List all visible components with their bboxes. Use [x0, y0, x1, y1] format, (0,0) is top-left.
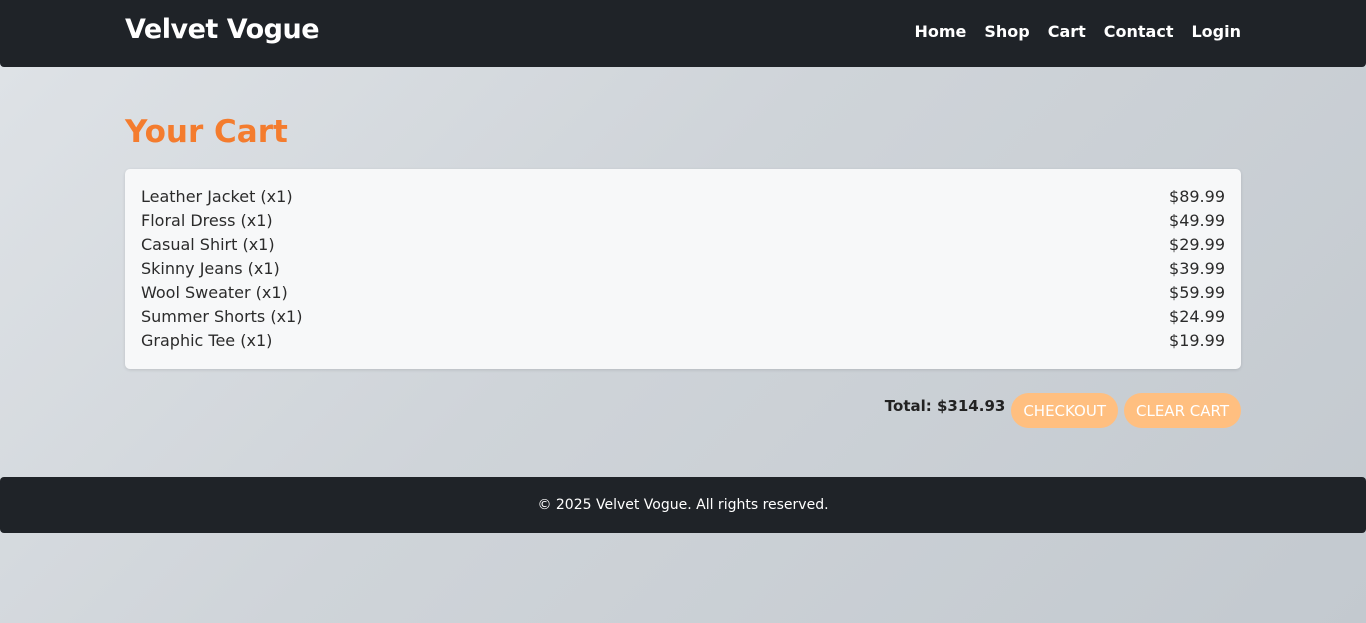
cart-item-price: $39.99	[1169, 259, 1225, 278]
cart-item-row: Leather Jacket (x1) $89.99	[141, 185, 1225, 209]
cart-item-price: $49.99	[1169, 211, 1225, 230]
cart-total: Total: $314.93	[884, 397, 1006, 415]
cart-item-name: Skinny Jeans (x1)	[141, 259, 280, 278]
nav-link-shop[interactable]: Shop	[984, 22, 1029, 41]
clear-cart-button[interactable]: CLEAR CART	[1124, 393, 1241, 428]
cart-item-row: Casual Shirt (x1) $29.99	[141, 233, 1225, 257]
nav-link-cart[interactable]: Cart	[1048, 22, 1086, 41]
cart-item-name: Floral Dress (x1)	[141, 211, 273, 230]
cart-item-row: Graphic Tee (x1) $19.99	[141, 329, 1225, 353]
cart-item-name: Wool Sweater (x1)	[141, 283, 288, 302]
cart-item-price: $19.99	[1169, 331, 1225, 350]
cart-summary: Total: $314.93 CHECKOUT CLEAR CART	[885, 393, 1241, 428]
nav-link-contact[interactable]: Contact	[1104, 22, 1174, 41]
cart-items-panel: Leather Jacket (x1) $89.99 Floral Dress …	[125, 169, 1241, 369]
cart-item-row: Floral Dress (x1) $49.99	[141, 209, 1225, 233]
cart-item-row: Wool Sweater (x1) $59.99	[141, 281, 1225, 305]
cart-item-row: Summer Shorts (x1) $24.99	[141, 305, 1225, 329]
cart-item-row: Skinny Jeans (x1) $39.99	[141, 257, 1225, 281]
page-title: Your Cart	[125, 114, 288, 150]
navbar: Velvet Vogue Home Shop Cart Contact Logi…	[0, 0, 1366, 67]
brand-logo-link[interactable]: Velvet Vogue	[125, 14, 320, 45]
cart-item-price: $29.99	[1169, 235, 1225, 254]
checkout-button[interactable]: CHECKOUT	[1011, 393, 1118, 428]
cart-item-price: $24.99	[1169, 307, 1225, 326]
nav-link-home[interactable]: Home	[914, 22, 966, 41]
footer: © 2025 Velvet Vogue. All rights reserved…	[0, 477, 1366, 533]
cart-item-name: Summer Shorts (x1)	[141, 307, 303, 326]
footer-copyright: © 2025 Velvet Vogue. All rights reserved…	[537, 497, 829, 513]
cart-item-price: $59.99	[1169, 283, 1225, 302]
cart-item-name: Casual Shirt (x1)	[141, 235, 275, 254]
nav-link-login[interactable]: Login	[1191, 22, 1241, 41]
cart-item-name: Leather Jacket (x1)	[141, 187, 293, 206]
cart-item-price: $89.99	[1169, 187, 1225, 206]
nav-menu: Home Shop Cart Contact Login	[914, 22, 1241, 41]
cart-item-name: Graphic Tee (x1)	[141, 331, 273, 350]
